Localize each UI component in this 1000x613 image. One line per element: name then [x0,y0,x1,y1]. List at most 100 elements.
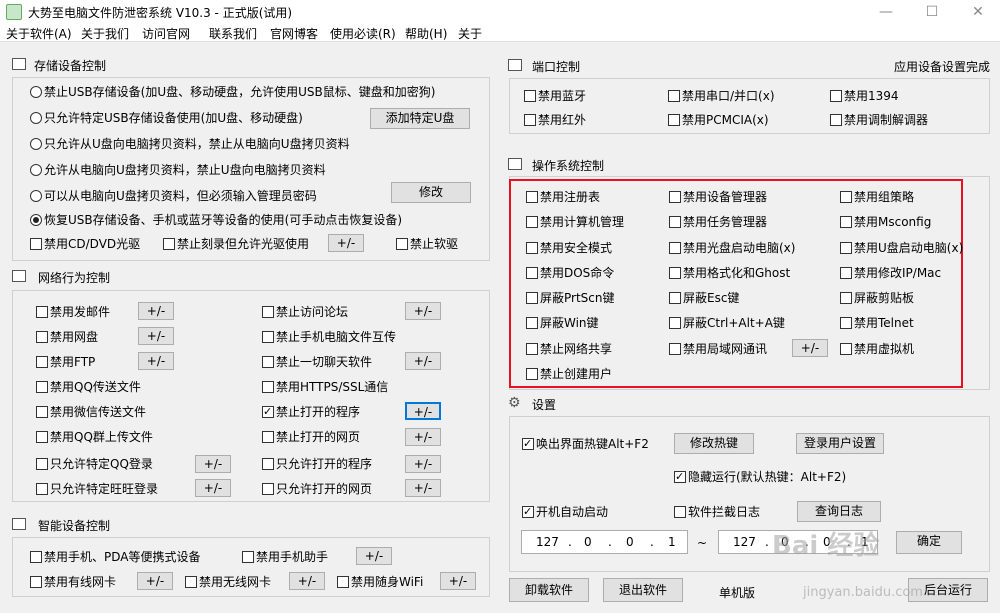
ip-from-input[interactable]: 127. 0. 0. 1 [521,530,688,554]
check-vm[interactable]: 禁用虚拟机 [840,342,914,357]
modify-hotkey-button[interactable]: 修改热键 [674,433,754,454]
wired-pm-button[interactable]: +/- [137,572,173,590]
check-device-mgr[interactable]: 禁用设备管理器 [669,190,767,205]
check-ctrl-alt-a[interactable]: 屏蔽Ctrl+Alt+A键 [669,316,785,331]
check-cd-burn[interactable]: 禁止刻录但允许光驱使用 [163,237,309,252]
check-hidden-run[interactable]: 隐藏运行(默认热键：Alt+F2) [674,469,846,485]
radio-udisk-to-pc[interactable]: 只允许从U盘向电脑拷贝资料，禁止从电脑向U盘拷贝资料 [30,137,350,152]
check-computer-mgmt[interactable]: 禁用计算机管理 [526,215,624,230]
check-autostart[interactable]: 开机自动启动 [522,504,608,520]
wangwang-pm-button[interactable]: +/- [195,479,231,497]
check-group-policy[interactable]: 禁用组策略 [840,190,914,205]
checkbox-checked-icon [262,404,274,419]
check-qq-login[interactable]: 只允许特定QQ登录 [36,457,153,472]
add-udisk-button[interactable]: 添加特定U盘 [370,108,470,129]
check-netdisk[interactable]: 禁用网盘 [36,330,98,345]
check-ip-mac[interactable]: 禁用修改IP/Mac [840,266,941,281]
email-pm-button[interactable]: +/- [138,302,174,320]
query-log-button[interactable]: 查询日志 [797,501,881,522]
uninstall-button[interactable]: 卸载软件 [509,578,589,602]
check-wired-nic[interactable]: 禁用有线网卡 [30,575,116,590]
check-phone-transfer[interactable]: 禁止手机电脑文件互传 [262,330,396,345]
close-button[interactable]: ✕ [968,2,988,22]
menu-about-us[interactable]: 关于我们 [81,25,129,42]
check-phone-pda[interactable]: 禁用手机、PDA等便携式设备 [30,550,200,565]
check-wifi[interactable]: 禁用随身WiFi [337,575,423,590]
menu-official-site[interactable]: 访问官网 [142,25,190,42]
netdisk-pm-button[interactable]: +/- [138,327,174,345]
radio-password-copy[interactable]: 可以从电脑向U盘拷贝资料，但必须输入管理员密码 [30,189,317,204]
menu-blog[interactable]: 官网博客 [270,25,318,42]
check-cd-disable[interactable]: 禁用CD/DVD光驱 [30,237,140,252]
check-msconfig[interactable]: 禁用Msconfig [840,215,931,230]
menu-help[interactable]: 帮助(H) [405,25,447,42]
check-ftp[interactable]: 禁用FTP [36,355,95,370]
allow-web-pm-button[interactable]: +/- [405,479,441,497]
wifi-pm-button[interactable]: +/- [440,572,476,590]
check-intercept-log[interactable]: 软件拦截日志 [674,505,760,520]
check-cd-boot[interactable]: 禁用光盘启动电脑(x) [669,241,795,256]
check-email[interactable]: 禁用发邮件 [36,305,110,320]
menu-contact-us[interactable]: 联系我们 [209,25,257,42]
check-task-mgr[interactable]: 禁用任务管理器 [669,215,767,230]
check-telnet[interactable]: 禁用Telnet [840,316,914,331]
allow-program-pm-button[interactable]: +/- [405,455,441,473]
check-usb-boot[interactable]: 禁用U盘启动电脑(x) [840,241,963,256]
check-wangwang-login[interactable]: 只允许特定旺旺登录 [36,482,158,497]
check-allow-program[interactable]: 只允许打开的程序 [262,457,372,472]
check-pcmcia[interactable]: 禁用PCMCIA(x) [668,113,769,128]
check-clipboard[interactable]: 屏蔽剪贴板 [840,291,914,306]
check-floppy[interactable]: 禁止软驱 [396,237,458,252]
check-modem[interactable]: 禁用调制解调器 [830,113,928,128]
check-dos[interactable]: 禁用DOS命令 [526,266,614,281]
check-format-ghost[interactable]: 禁用格式化和Ghost [669,266,790,281]
menu-about[interactable]: 关于 [458,25,482,42]
wireless-pm-button[interactable]: +/- [289,572,325,590]
check-forum[interactable]: 禁止访问论坛 [262,305,348,320]
check-qq-file[interactable]: 禁用QQ传送文件 [36,380,141,395]
login-user-settings-button[interactable]: 登录用户设置 [796,433,884,454]
maximize-button[interactable]: ☐ [922,2,942,22]
block-program-pm-button[interactable]: +/- [405,402,441,420]
ftp-pm-button[interactable]: +/- [138,352,174,370]
chat-pm-button[interactable]: +/- [405,352,441,370]
check-wechat-file[interactable]: 禁用微信传送文件 [36,405,146,420]
modify-button[interactable]: 修改 [391,182,471,203]
check-infrared[interactable]: 禁用红外 [524,113,586,128]
check-win-key[interactable]: 屏蔽Win键 [526,316,599,331]
radio-disable-usb[interactable]: 禁止USB存储设备(加U盘、移动硬盘，允许使用USB鼠标、键盘和加密狗) [30,85,435,100]
lan-comm-pm-button[interactable]: +/- [792,339,828,357]
qq-login-pm-button[interactable]: +/- [195,455,231,473]
check-bluetooth[interactable]: 禁用蓝牙 [524,89,586,104]
check-1394[interactable]: 禁用1394 [830,89,899,104]
menu-about-software[interactable]: 关于软件(A) [6,25,72,42]
check-chat[interactable]: 禁止一切聊天软件 [262,355,372,370]
check-block-program[interactable]: 禁止打开的程序 [262,404,360,420]
check-hotkey[interactable]: 唤出界面热键Alt+F2 [522,436,649,452]
menu-must-read[interactable]: 使用必读(R) [330,25,396,42]
check-lan-comm[interactable]: 禁用局域网通讯 [669,342,767,357]
minimize-button[interactable]: — [876,2,896,22]
check-block-web[interactable]: 禁止打开的网页 [262,430,360,445]
block-web-pm-button[interactable]: +/- [405,428,441,446]
check-prtscn[interactable]: 屏蔽PrtScn键 [526,291,615,306]
check-wireless-nic[interactable]: 禁用无线网卡 [185,575,271,590]
phone-assist-pm-button[interactable]: +/- [356,547,392,565]
check-phone-assist[interactable]: 禁用手机助手 [242,550,328,565]
check-https[interactable]: 禁用HTTPS/SSL通信 [262,380,388,395]
check-esc-key[interactable]: 屏蔽Esc键 [669,291,739,306]
confirm-button[interactable]: 确定 [896,531,962,554]
radio-pc-to-udisk[interactable]: 允许从电脑向U盘拷贝资料，禁止U盘向电脑拷贝资料 [30,163,326,178]
check-net-share[interactable]: 禁止网络共享 [526,342,612,357]
radio-specific-usb[interactable]: 只允许特定USB存储设备使用(加U盘、移动硬盘) [30,111,303,126]
cd-burn-pm-button[interactable]: +/- [328,234,364,252]
check-safe-mode[interactable]: 禁用安全模式 [526,241,612,256]
check-registry[interactable]: 禁用注册表 [526,190,600,205]
check-create-user[interactable]: 禁止创建用户 [526,367,612,382]
radio-restore-usb[interactable]: 恢复USB存储设备、手机或蓝牙等设备的使用(可手动点击恢复设备) [30,213,402,228]
exit-button[interactable]: 退出软件 [603,578,683,602]
check-serial[interactable]: 禁用串口/并口(x) [668,89,775,104]
forum-pm-button[interactable]: +/- [405,302,441,320]
check-allow-web[interactable]: 只允许打开的网页 [262,482,372,497]
check-qq-group[interactable]: 禁用QQ群上传文件 [36,430,153,445]
